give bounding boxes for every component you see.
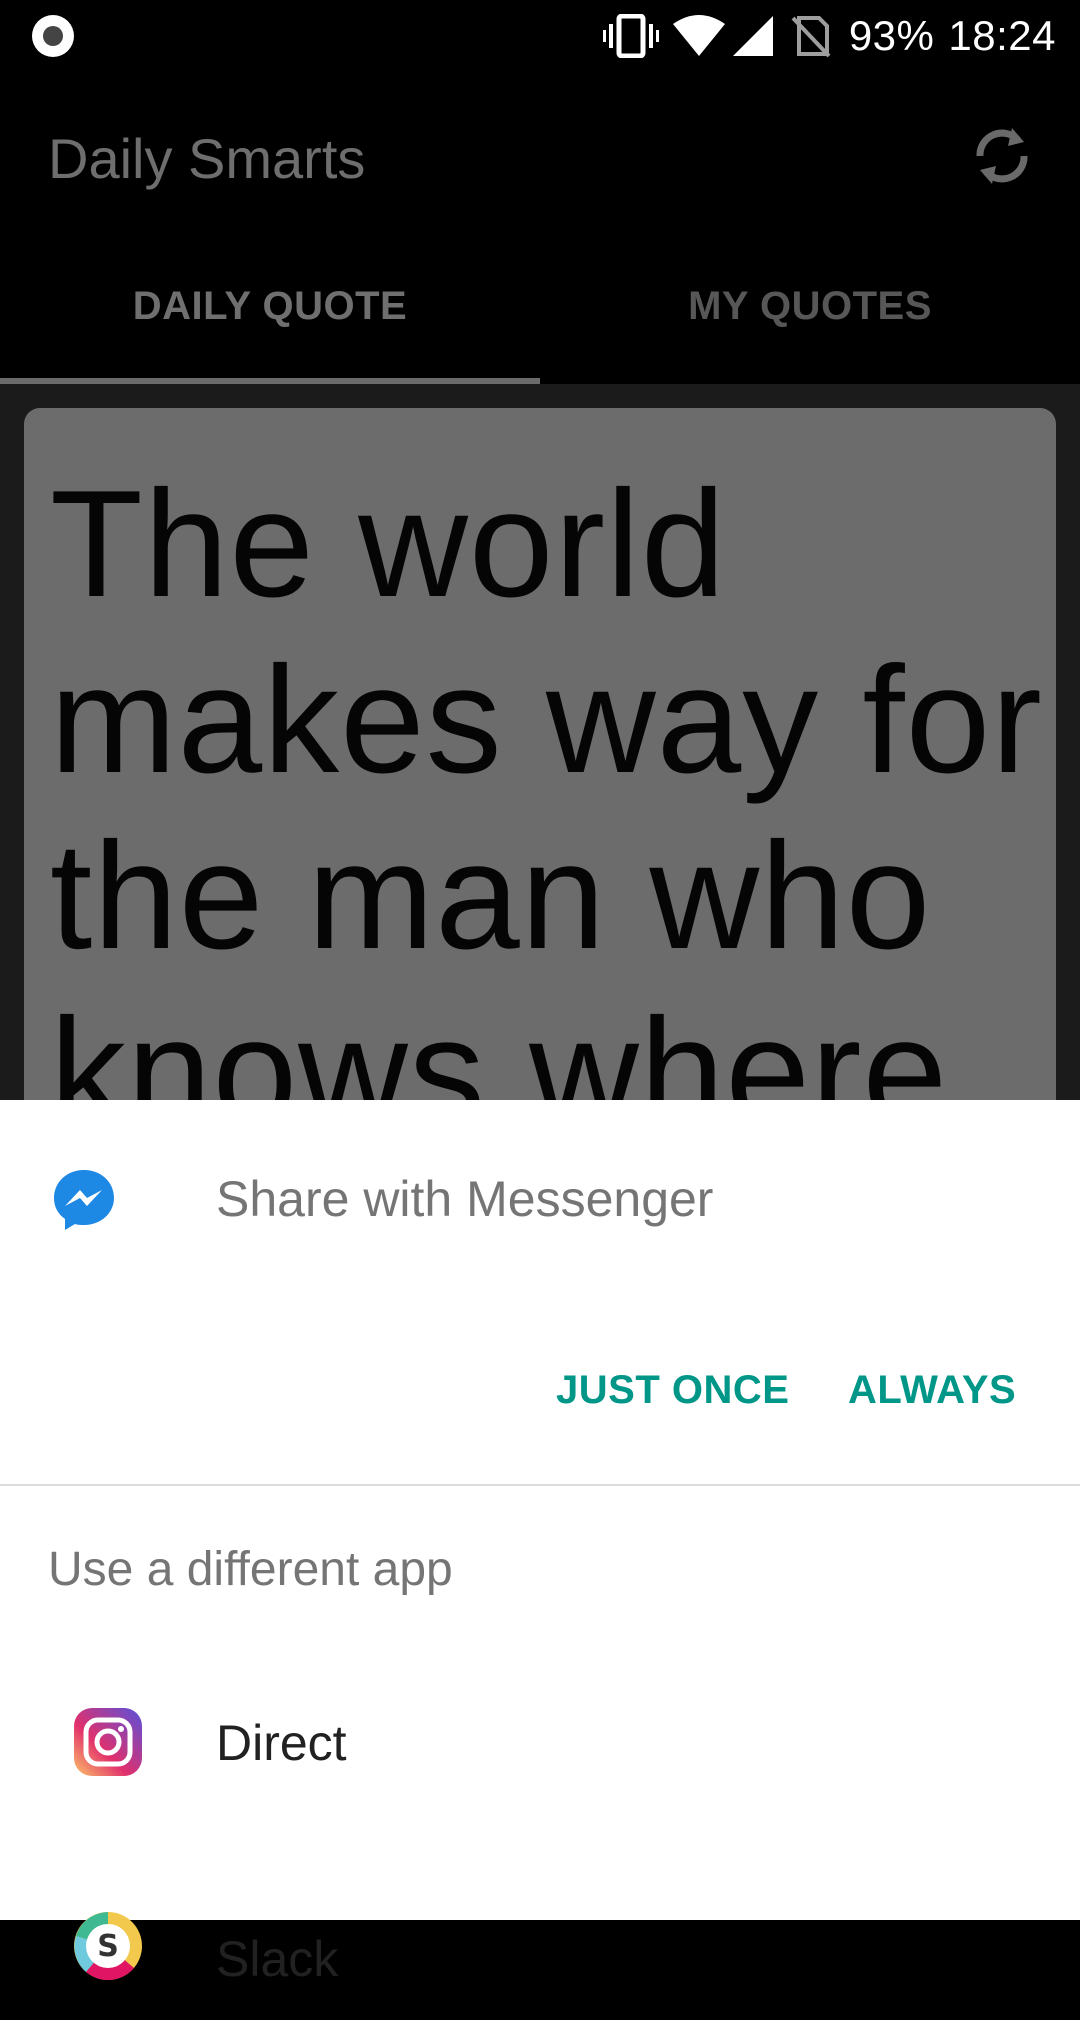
always-button[interactable]: ALWAYS xyxy=(848,1368,1016,1413)
divider xyxy=(0,1484,1080,1486)
app-row-slack[interactable]: S Slack xyxy=(0,1860,1080,2020)
quote-text: The world makes way for the man who know… xyxy=(50,459,1043,1100)
no-sim-icon xyxy=(791,16,831,58)
other-apps-header: Use a different app xyxy=(48,1543,453,1596)
clock-text: 18:24 xyxy=(948,12,1056,59)
status-bar: 93% 18:24 xyxy=(0,0,1080,72)
quote-card: The world makes way for the man who know… xyxy=(24,408,1056,1100)
svg-text:S: S xyxy=(97,1929,119,1964)
instagram-icon xyxy=(74,1708,142,1776)
tab-my-quotes[interactable]: MY QUOTES xyxy=(540,284,1080,329)
share-sheet: Share with Messenger JUST ONCE ALWAYS Us… xyxy=(0,1100,1080,1987)
vibrate-icon xyxy=(602,14,659,58)
app-label-direct: Direct xyxy=(216,1715,347,1771)
status-icons: 93% 18:24 xyxy=(602,12,1056,60)
slack-icon: S xyxy=(74,1912,142,1981)
app-label-slack: Slack xyxy=(216,1931,339,1987)
default-app-label: Share with Messenger xyxy=(216,1171,714,1227)
app-title: Daily Smarts xyxy=(48,127,366,190)
signal-icon xyxy=(732,16,773,56)
record-icon xyxy=(32,15,74,57)
app-row-direct[interactable]: Direct xyxy=(0,1660,1080,1820)
battery-text: 93% xyxy=(848,12,935,59)
refresh-icon[interactable] xyxy=(966,120,1038,192)
app-bar: Daily Smarts DAILY QUOTE MY QUOTES xyxy=(0,72,1080,384)
just-once-button[interactable]: JUST ONCE xyxy=(556,1368,789,1413)
messenger-icon xyxy=(54,1170,114,1230)
default-app-row[interactable]: Share with Messenger xyxy=(0,1100,1080,1300)
wifi-icon xyxy=(672,15,725,56)
tab-daily-quote[interactable]: DAILY QUOTE xyxy=(0,284,540,329)
content-area: The world makes way for the man who know… xyxy=(0,384,1080,1100)
